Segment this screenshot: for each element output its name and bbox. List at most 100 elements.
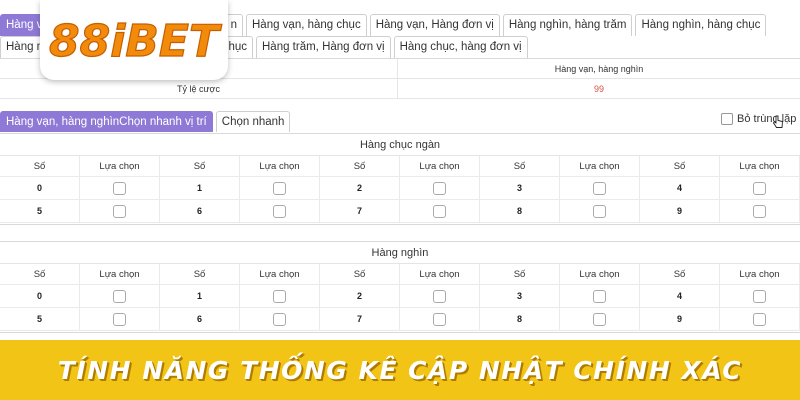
section-hang-chuc-ngan: Hàng chục ngàn Số Lựa chọn Số Lựa chọn S… — [0, 133, 800, 225]
remove-duplicates-checkbox[interactable] — [721, 113, 733, 125]
number-cell: 5 — [0, 200, 80, 222]
choice-cell — [80, 308, 160, 330]
number-checkbox[interactable] — [593, 204, 606, 218]
grid-header-row: Số Lựa chọn Số Lựa chọn Số Lựa chọn Số L… — [0, 156, 800, 177]
choice-cell — [560, 200, 640, 222]
tab-quick-select[interactable]: Chọn nhanh — [215, 111, 291, 132]
brand-logo: 88iBET — [40, 0, 228, 80]
number-cell: 1 — [160, 177, 240, 199]
number-cell: 2 — [320, 177, 400, 199]
number-checkbox[interactable] — [273, 204, 286, 218]
number-checkbox[interactable] — [433, 289, 446, 303]
col-choice-header: Lựa chọn — [720, 264, 800, 284]
choice-cell — [560, 308, 640, 330]
number-cell: 2 — [320, 285, 400, 307]
number-checkbox[interactable] — [113, 204, 126, 218]
number-cell: 7 — [320, 200, 400, 222]
tab-position-quick-select[interactable]: Hàng vạn, hàng nghìnChọn nhanh vị trí — [0, 111, 213, 132]
number-cell: 1 — [160, 285, 240, 307]
col-number-header: Số — [480, 264, 560, 284]
section-hang-nghin: Hàng nghìn Số Lựa chọn Số Lựa chọn Số Lự… — [0, 241, 800, 333]
odds-value-row: Tỷ lệ cược 99 — [0, 79, 800, 99]
tab-hang-n[interactable]: Hàng n — [0, 36, 44, 58]
col-choice-header: Lựa chọn — [400, 156, 480, 176]
number-cell: 6 — [160, 200, 240, 222]
logo-88ibet-icon: 88iBET — [48, 15, 222, 67]
number-cell: 8 — [480, 308, 560, 330]
promo-banner: TÍNH NĂNG THỐNG KÊ CẬP NHẬT CHÍNH XÁC — [0, 340, 800, 400]
col-number-header: Số — [640, 264, 720, 284]
choice-cell — [80, 177, 160, 199]
number-checkbox[interactable] — [593, 312, 606, 326]
choice-cell — [720, 285, 800, 307]
number-cell: 4 — [640, 177, 720, 199]
number-checkbox[interactable] — [753, 181, 766, 195]
hand-cursor-icon — [772, 115, 783, 128]
tab-hang-van[interactable]: Hàng vạ — [0, 14, 49, 36]
choice-cell — [720, 177, 800, 199]
number-checkbox[interactable] — [753, 204, 766, 218]
col-number-header: Số — [160, 264, 240, 284]
choice-cell — [240, 308, 320, 330]
col-number-header: Số — [160, 156, 240, 176]
col-choice-header: Lựa chọn — [560, 264, 640, 284]
choice-cell — [400, 308, 480, 330]
number-cell: 3 — [480, 177, 560, 199]
choice-cell — [240, 200, 320, 222]
col-number-header: Số — [0, 156, 80, 176]
tab-hang-chuc-hang-don-vi[interactable]: Hàng chục, hàng đơn vị — [393, 36, 528, 58]
odds-column-header: Hàng vạn, hàng nghìn — [554, 64, 644, 74]
number-checkbox[interactable] — [273, 289, 286, 303]
number-checkbox[interactable] — [593, 289, 606, 303]
tab-hang-nghin-hang-tram[interactable]: Hàng nghìn, hàng trăm — [502, 14, 633, 36]
choice-cell — [240, 285, 320, 307]
choice-cell — [400, 177, 480, 199]
choice-cell — [720, 308, 800, 330]
number-checkbox[interactable] — [433, 204, 446, 218]
col-number-header: Số — [640, 156, 720, 176]
tab-hang-van-hang-chuc[interactable]: Hàng vạn, hàng chục — [246, 14, 367, 36]
number-cell: 4 — [640, 285, 720, 307]
col-choice-header: Lựa chọn — [400, 264, 480, 284]
section-title: Hàng nghìn — [0, 242, 800, 264]
col-choice-header: Lựa chọn — [240, 156, 320, 176]
banner-headline: TÍNH NĂNG THỐNG KÊ CẬP NHẬT CHÍNH XÁC — [57, 355, 743, 385]
choice-cell — [400, 285, 480, 307]
choice-cell — [560, 177, 640, 199]
choice-cell — [240, 177, 320, 199]
col-choice-header: Lựa chọn — [80, 156, 160, 176]
number-checkbox[interactable] — [113, 181, 126, 195]
tab-hang-van-hang-don-vi[interactable]: Hàng vạn, Hàng đơn vị — [369, 14, 500, 36]
number-cell: 7 — [320, 308, 400, 330]
choice-cell — [80, 285, 160, 307]
odds-value: 99 — [593, 84, 604, 94]
number-checkbox[interactable] — [593, 181, 606, 195]
remove-duplicates-label: Bỏ trùng lặp — [737, 113, 797, 125]
number-cell: 0 — [0, 285, 80, 307]
number-checkbox[interactable] — [433, 312, 446, 326]
table-row: 0 1 2 3 4 — [0, 285, 800, 308]
odds-label: Tỷ lệ cược — [0, 79, 398, 98]
col-number-header: Số — [480, 156, 560, 176]
tab-hang-nghin-hang-chuc[interactable]: Hàng nghìn, hàng chục — [635, 14, 767, 36]
svg-text:88iBET: 88iBET — [49, 16, 222, 67]
number-checkbox[interactable] — [273, 312, 286, 326]
number-cell: 0 — [0, 177, 80, 199]
number-checkbox[interactable] — [753, 289, 766, 303]
number-checkbox[interactable] — [753, 312, 766, 326]
tab-hang-tram-hang-don-vi[interactable]: Hàng trăm, Hàng đơn vị — [256, 36, 391, 58]
remove-duplicates-toggle[interactable]: Bỏ trùng lặp — [721, 111, 796, 127]
number-cell: 8 — [480, 200, 560, 222]
choice-cell — [80, 200, 160, 222]
number-checkbox[interactable] — [113, 289, 126, 303]
number-checkbox[interactable] — [273, 181, 286, 195]
number-cell: 3 — [480, 285, 560, 307]
number-cell: 5 — [0, 308, 80, 330]
number-cell: 9 — [640, 200, 720, 222]
col-number-header: Số — [320, 156, 400, 176]
number-checkbox[interactable] — [433, 181, 446, 195]
col-number-header: Số — [0, 264, 80, 284]
number-cell: 6 — [160, 308, 240, 330]
grid-header-row: Số Lựa chọn Số Lựa chọn Số Lựa chọn Số L… — [0, 264, 800, 285]
number-checkbox[interactable] — [113, 312, 126, 326]
